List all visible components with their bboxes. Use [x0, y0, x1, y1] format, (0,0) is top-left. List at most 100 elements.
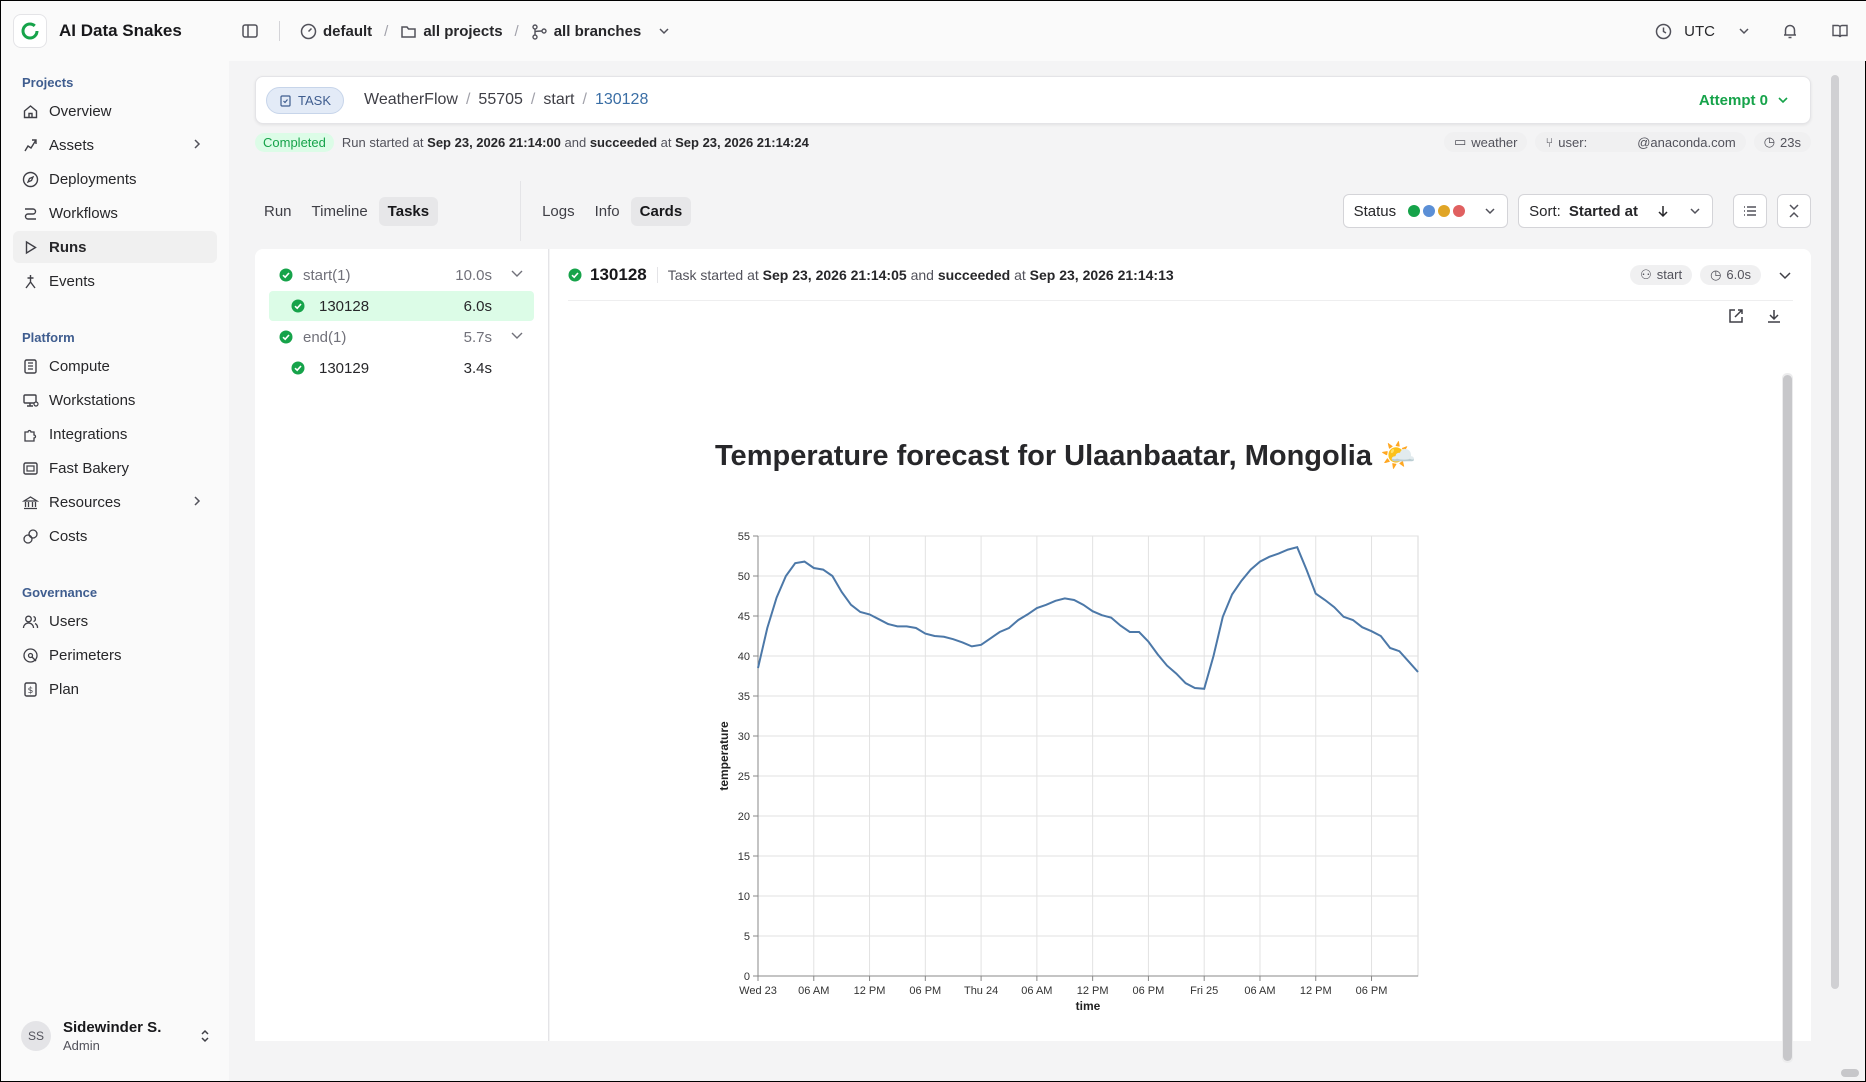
sort-selector[interactable]: Sort: Started at: [1518, 194, 1713, 228]
resize-handle[interactable]: [1841, 1069, 1859, 1077]
step-chip[interactable]: ⚇ start: [1630, 264, 1693, 285]
chevron-down-icon[interactable]: [1777, 267, 1793, 283]
sidebar-item-integrations[interactable]: Integrations: [13, 418, 217, 450]
book-icon[interactable]: [1831, 22, 1849, 40]
section-governance-label: Governance: [22, 584, 98, 600]
gauge-icon: [300, 23, 317, 39]
chevron-down-icon: [1690, 208, 1700, 215]
step-graph-icon: ⚇: [1640, 266, 1652, 282]
user-chip[interactable]: ⑂ user: @anaconda.com: [1535, 132, 1746, 152]
tab-info[interactable]: Info: [586, 197, 629, 226]
y-tick-label: 45: [738, 611, 750, 623]
success-check-icon: [291, 361, 305, 375]
bell-icon[interactable]: [1781, 22, 1799, 40]
sidebar-item-workflows[interactable]: Workflows: [13, 197, 217, 229]
clock-icon: ◷: [1763, 134, 1776, 149]
sidebar-item-resources[interactable]: Resources: [13, 486, 217, 518]
task-id: 130128: [590, 264, 647, 284]
x-tick-label: 12 PM: [854, 985, 886, 997]
clock-icon: ◷: [1710, 266, 1722, 282]
task-timing: Task started at Sep 23, 2026 21:14:05 an…: [656, 266, 1174, 283]
task-list: start(1) 10.0s 130128 6.0s end(1) 5.7s 1…: [255, 249, 549, 1041]
flow-chip[interactable]: ▭ weather: [1443, 132, 1528, 152]
y-tick-label: 20: [738, 811, 750, 823]
chevron-down-icon: [659, 28, 669, 35]
tab-tasks[interactable]: Tasks: [378, 196, 439, 226]
y-tick-label: 30: [738, 731, 750, 743]
breadcrumb-run[interactable]: 55705: [478, 91, 523, 109]
sidebar-item-overview[interactable]: Overview: [13, 95, 217, 127]
attempt-selector[interactable]: Attempt 0: [1699, 92, 1790, 109]
status-filter[interactable]: Status: [1342, 194, 1509, 228]
sidebar-item-workstations[interactable]: Workstations: [13, 384, 217, 416]
section-projects-label: Projects: [22, 74, 74, 90]
app-logo[interactable]: [13, 14, 47, 48]
task-duration-chip: ◷ 6.0s: [1700, 264, 1761, 285]
folder-icon: [401, 25, 417, 38]
y-tick-label: 40: [738, 651, 750, 663]
y-tick-label: 10: [738, 891, 750, 903]
chevron-down-icon: [1739, 28, 1749, 35]
sidebar-item-compute[interactable]: Compute: [13, 350, 217, 382]
task-row-130128[interactable]: 130128 6.0s: [269, 291, 534, 321]
step-row-end[interactable]: end(1) 5.7s: [269, 322, 534, 352]
success-check-icon: [279, 330, 293, 344]
x-axis-label: time: [1076, 999, 1101, 1013]
app-name: AI Data Snakes: [59, 21, 182, 40]
x-tick-label: 06 PM: [1356, 985, 1388, 997]
top-bar: AI Data Snakes default / all projects / …: [1, 1, 1866, 61]
tab-logs[interactable]: Logs: [533, 197, 584, 226]
collapse-icon[interactable]: [1777, 194, 1811, 228]
sidebar-item-assets[interactable]: Assets: [13, 129, 217, 161]
workspace-selector[interactable]: default: [300, 23, 372, 40]
compute-icon: [22, 358, 39, 375]
sidebar-item-plan[interactable]: $ Plan: [13, 673, 217, 705]
breadcrumb-step[interactable]: start: [543, 91, 574, 109]
task-row-130129[interactable]: 130129 3.4s: [269, 353, 534, 383]
x-tick-label: 06 AM: [1244, 985, 1275, 997]
sidebar-toggle-icon[interactable]: [241, 22, 259, 40]
sidebar-item-fast-bakery[interactable]: Fast Bakery: [13, 452, 217, 484]
success-check-icon: [279, 268, 293, 282]
y-tick-label: 5: [744, 931, 750, 943]
events-icon: [22, 273, 39, 290]
x-tick-label: 06 AM: [798, 985, 829, 997]
status-success-icon: [1408, 205, 1421, 217]
sidebar-item-deployments[interactable]: Deployments: [13, 163, 217, 195]
status-badge: Completed: [255, 132, 334, 152]
chevron-down-icon: [510, 328, 524, 346]
svg-text:$: $: [28, 686, 34, 696]
card-scroll-thumb[interactable]: [1783, 375, 1792, 1061]
x-tick-label: 06 PM: [1133, 985, 1165, 997]
sidebar-item-costs[interactable]: Costs: [13, 520, 217, 552]
list-view-icon[interactable]: [1733, 194, 1767, 228]
tab-cards[interactable]: Cards: [630, 196, 692, 226]
sidebar-item-users[interactable]: Users: [13, 605, 217, 637]
sidebar-item-events[interactable]: Events: [13, 265, 217, 297]
clipboard-icon: [280, 94, 291, 107]
external-link-icon[interactable]: [1727, 307, 1745, 325]
sidebar-item-perimeters[interactable]: Perimeters: [13, 639, 217, 671]
sidebar-item-runs[interactable]: Runs: [13, 231, 217, 263]
tab-timeline[interactable]: Timeline: [303, 197, 377, 226]
timezone-selector[interactable]: UTC: [1655, 23, 1751, 40]
sidebar: Projects Overview Assets Deployments Wor…: [1, 61, 229, 1081]
y-tick-label: 50: [738, 571, 750, 583]
avatar: SS: [21, 1021, 51, 1051]
page-scroll-thumb[interactable]: [1831, 75, 1839, 989]
status-pending-icon: [1438, 205, 1451, 217]
branch-selector[interactable]: all branches: [531, 23, 672, 40]
success-check-icon: [568, 268, 582, 281]
tab-run[interactable]: Run: [255, 197, 301, 226]
breadcrumb-flow[interactable]: WeatherFlow: [364, 91, 458, 109]
project-selector[interactable]: all projects: [400, 23, 503, 40]
x-tick-label: 06 AM: [1021, 985, 1052, 997]
user-menu[interactable]: SS Sidewinder S. Admin: [21, 1019, 211, 1053]
arrow-down-icon: [1658, 206, 1668, 218]
x-tick-label: Fri 25: [1190, 985, 1218, 997]
download-icon[interactable]: [1765, 307, 1783, 325]
chevron-right-icon: [191, 137, 203, 154]
y-tick-label: 0: [744, 971, 750, 983]
chevron-down-icon: [1778, 97, 1788, 104]
step-row-start[interactable]: start(1) 10.0s: [269, 260, 534, 290]
